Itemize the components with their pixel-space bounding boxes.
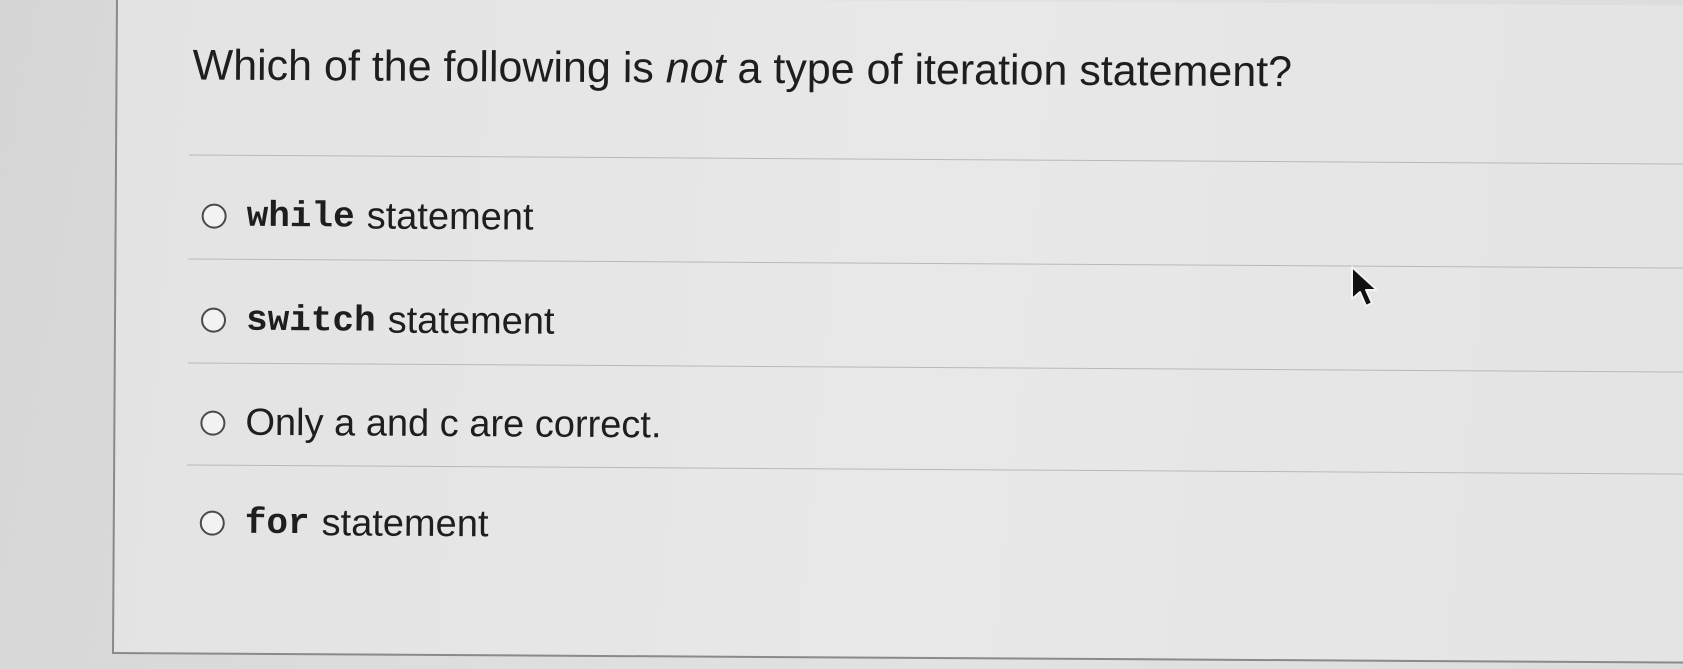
radio-unselected-icon[interactable] <box>199 510 225 536</box>
question-prefix: Which of the following is <box>192 41 666 93</box>
option-code: switch <box>245 299 376 342</box>
divider <box>188 258 1683 269</box>
option-code: while <box>246 195 355 238</box>
question-suffix: a type of iteration statement? <box>725 44 1293 97</box>
quiz-question-panel: Which of the following is not a type of … <box>111 0 1683 664</box>
answer-option-while[interactable]: while statement <box>201 195 534 240</box>
option-code: for <box>244 502 310 545</box>
option-label: statement <box>387 299 555 343</box>
radio-unselected-icon[interactable] <box>201 203 227 229</box>
radio-unselected-icon[interactable] <box>200 307 227 333</box>
option-label: statement <box>366 195 534 239</box>
option-label: Only a and c are correct. <box>245 401 662 447</box>
answer-option-only-a-and-c[interactable]: Only a and c are correct. <box>200 401 662 448</box>
question-text: Which of the following is not a type of … <box>192 41 1292 97</box>
answer-option-for[interactable]: for statement <box>199 502 489 547</box>
question-emphasis: not <box>665 44 726 93</box>
answer-option-switch[interactable]: switch statement <box>200 299 555 344</box>
option-label: statement <box>321 502 489 546</box>
divider <box>187 464 1683 475</box>
divider <box>189 154 1683 165</box>
divider <box>187 362 1683 373</box>
radio-unselected-icon[interactable] <box>200 410 226 436</box>
mouse-pointer-icon <box>1351 266 1378 307</box>
